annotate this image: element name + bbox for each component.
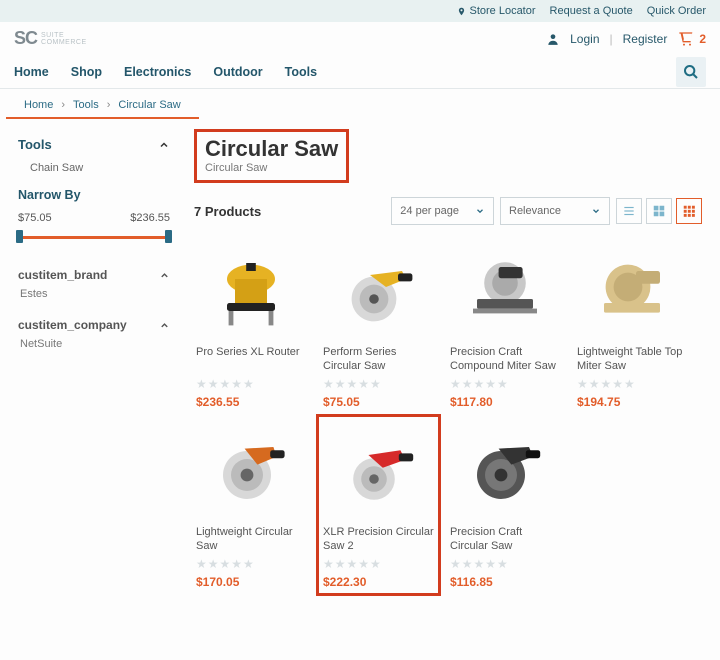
grid-icon: [682, 204, 696, 218]
list-icon: [622, 204, 636, 218]
sidebar-item-chainsaw[interactable]: Chain Saw: [18, 160, 170, 184]
view-table-button[interactable]: [646, 198, 672, 224]
breadcrumb-tools[interactable]: Tools: [73, 99, 99, 111]
nav-tools[interactable]: Tools: [285, 65, 317, 79]
search-icon: [683, 64, 699, 80]
site-logo[interactable]: SC SUITECOMMERCE: [14, 28, 87, 49]
per-page-select[interactable]: 24 per page: [391, 197, 494, 225]
product-price: $117.80: [450, 395, 561, 409]
register-link[interactable]: Register: [623, 32, 668, 46]
rating-stars: ★★★★★: [196, 377, 307, 391]
chevron-up-icon: [158, 139, 170, 151]
rating-stars: ★★★★★: [323, 557, 434, 571]
product-price: $222.30: [323, 575, 434, 589]
rating-stars: ★★★★★: [450, 377, 561, 391]
product-name: Lightweight Circular Saw: [196, 525, 307, 553]
product-price: $170.05: [196, 575, 307, 589]
chevron-up-icon: [159, 270, 170, 281]
product-price: $116.85: [450, 575, 561, 589]
product-name: Perform Series Circular Saw: [323, 345, 434, 373]
product-name: Precision Craft Compound Miter Saw: [450, 345, 561, 373]
product-name: Lightweight Table Top Miter Saw: [577, 345, 688, 373]
price-max: $236.55: [130, 212, 170, 224]
page-title-box: Circular Saw Circular Saw: [194, 129, 349, 183]
nav-electronics[interactable]: Electronics: [124, 65, 191, 79]
rating-stars: ★★★★★: [323, 377, 434, 391]
login-link[interactable]: Login: [570, 32, 599, 46]
product-card[interactable]: Precision Craft Circular Saw ★★★★★ $116.…: [448, 419, 563, 591]
breadcrumb-circular-saw[interactable]: Circular Saw: [118, 99, 180, 111]
product-card[interactable]: Lightweight Circular Saw ★★★★★ $170.05: [194, 419, 309, 591]
product-grid: Pro Series XL Router ★★★★★ $236.55 Perfo…: [194, 239, 702, 591]
product-price: $75.05: [323, 395, 434, 409]
table-icon: [652, 204, 666, 218]
cart-icon: [677, 31, 695, 47]
cart-button[interactable]: 2: [677, 31, 706, 47]
page-title: Circular Saw: [205, 136, 338, 162]
nav-home[interactable]: Home: [14, 65, 49, 79]
chevron-up-icon: [159, 320, 170, 331]
facet-brand-header[interactable]: custitem_brand: [18, 260, 170, 286]
store-locator-link[interactable]: Store Locator: [457, 5, 535, 17]
sort-select[interactable]: Relevance: [500, 197, 610, 225]
price-slider[interactable]: [18, 228, 170, 246]
slider-handle-min[interactable]: [16, 230, 23, 243]
rating-stars: ★★★★★: [450, 557, 561, 571]
view-list-button[interactable]: [616, 198, 642, 224]
nav-shop[interactable]: Shop: [71, 65, 102, 79]
view-grid-button[interactable]: [676, 198, 702, 224]
page-subtitle: Circular Saw: [205, 162, 338, 174]
rating-stars: ★★★★★: [577, 377, 688, 391]
product-image: [450, 241, 560, 341]
request-quote-link[interactable]: Request a Quote: [550, 5, 633, 17]
product-count: 7 Products: [194, 204, 261, 219]
chevron-down-icon: [475, 206, 485, 216]
facet-brand-value[interactable]: Estes: [18, 286, 170, 310]
quick-order-link[interactable]: Quick Order: [647, 5, 706, 17]
chevron-down-icon: [591, 206, 601, 216]
narrow-by-label: Narrow By: [18, 184, 170, 212]
product-image: [323, 241, 433, 341]
product-price: $236.55: [196, 395, 307, 409]
slider-handle-max[interactable]: [165, 230, 172, 243]
product-card[interactable]: XLR Precision Circular Saw 2 ★★★★★ $222.…: [321, 419, 436, 591]
price-min: $75.05: [18, 212, 52, 224]
map-pin-icon: [457, 6, 466, 17]
product-name: XLR Precision Circular Saw 2: [323, 525, 434, 553]
product-image: [196, 421, 306, 521]
product-card[interactable]: Precision Craft Compound Miter Saw ★★★★★…: [448, 239, 563, 411]
sidebar-tools-header[interactable]: Tools: [18, 129, 170, 160]
product-card[interactable]: Pro Series XL Router ★★★★★ $236.55: [194, 239, 309, 411]
product-image: [450, 421, 560, 521]
facet-company-header[interactable]: custitem_company: [18, 310, 170, 336]
nav-outdoor[interactable]: Outdoor: [213, 65, 262, 79]
product-price: $194.75: [577, 395, 688, 409]
product-image: [577, 241, 687, 341]
facet-company-value[interactable]: NetSuite: [18, 336, 170, 360]
breadcrumb-home[interactable]: Home: [24, 99, 53, 111]
user-icon: [546, 32, 560, 46]
search-button[interactable]: [676, 57, 706, 87]
breadcrumb: Home › Tools › Circular Saw: [6, 89, 199, 119]
product-name: Pro Series XL Router: [196, 345, 307, 373]
rating-stars: ★★★★★: [196, 557, 307, 571]
product-card[interactable]: Perform Series Circular Saw ★★★★★ $75.05: [321, 239, 436, 411]
product-image: [196, 241, 306, 341]
product-name: Precision Craft Circular Saw: [450, 525, 561, 553]
product-image: [323, 421, 433, 521]
product-card[interactable]: Lightweight Table Top Miter Saw ★★★★★ $1…: [575, 239, 690, 411]
